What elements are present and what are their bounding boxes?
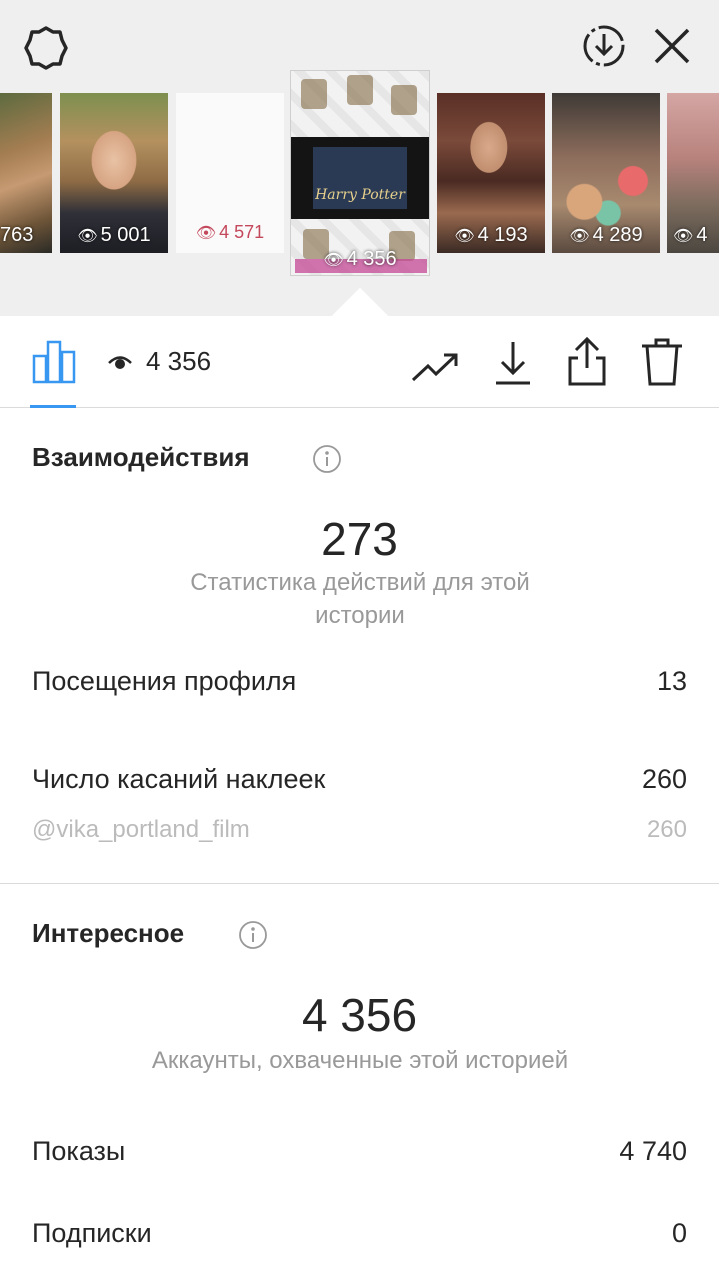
section-divider: [0, 883, 719, 884]
decoration: [347, 75, 373, 105]
thumbnail-view-count: 👁 4 356: [323, 248, 397, 270]
eye-icon: 👁: [454, 228, 475, 245]
interactions-caption: Статистика действий для этой истории: [190, 569, 530, 629]
story-view-count: 4 356: [146, 346, 212, 376]
story-thumbnail-selected[interactable]: Harry Potter 👁 4 356: [290, 70, 430, 276]
story-thumbnail[interactable]: 👁 4 571: [176, 93, 284, 253]
eye-icon: 👁: [569, 228, 590, 245]
eye-icon: 👁: [673, 228, 694, 245]
thumbnail-image-text: Harry Potter: [315, 187, 405, 203]
discovery-title: Интересное: [32, 918, 185, 948]
thumbnail-view-count: 👁 4 193: [454, 224, 528, 246]
eye-icon: [108, 356, 132, 369]
trend-icon[interactable]: [410, 346, 460, 386]
story-thumbnail[interactable]: 👁 4 289: [552, 93, 660, 253]
active-tab-indicator: [30, 405, 76, 408]
thumbnail-view-count: 👁 4 289: [569, 224, 643, 246]
download-circle-icon[interactable]: [580, 22, 628, 70]
trash-icon[interactable]: [638, 336, 686, 388]
eye-icon: 👁: [77, 228, 98, 245]
follows-value: 0: [671, 1218, 687, 1248]
info-icon[interactable]: [312, 444, 342, 474]
story-thumbnail[interactable]: 👁 5 001: [60, 93, 168, 253]
close-icon[interactable]: [650, 24, 694, 68]
story-thumbnail[interactable]: 👁 4: [667, 93, 719, 253]
thumbnail-view-count: 👁 4: [673, 224, 708, 246]
discovery-total: 4 356: [301, 989, 418, 1041]
follows-label: Подписки: [32, 1218, 152, 1248]
profile-visits-value: 13: [656, 666, 687, 696]
thumbnail-view-count: 👁 5 001: [77, 224, 151, 246]
film-strip: [291, 137, 429, 219]
mention-sticker-value: 260: [646, 816, 687, 843]
interactions-title: Взаимодействия: [32, 442, 250, 472]
decoration: [391, 85, 417, 115]
thumbnail-view-count: 763: [0, 224, 34, 246]
interactions-total: 273: [321, 513, 398, 565]
impressions-value: 4 740: [619, 1136, 687, 1166]
discovery-caption: Аккаунты, охваченные этой историей: [151, 1047, 569, 1074]
gear-icon[interactable]: [22, 24, 70, 72]
story-thumbnail[interactable]: 👁 4 193: [437, 93, 545, 253]
mention-sticker-label[interactable]: @vika_portland_film: [32, 816, 250, 844]
thumbnail-view-count: 👁 4 571: [195, 222, 265, 242]
sticker-taps-value: 260: [641, 764, 687, 794]
insights-sheet: 4 356 Взаимодействия 273 Статистика дейс…: [0, 316, 719, 1280]
info-icon[interactable]: [238, 920, 268, 950]
eye-icon: 👁: [323, 252, 344, 269]
impressions-label: Показы: [32, 1136, 126, 1166]
story-viewer: 763 👁 5 001 👁 4 571 Harry Potter 👁 4 356 👁 4…: [0, 0, 719, 316]
share-icon[interactable]: [564, 336, 610, 388]
sticker-taps-label: Число касаний наклеек: [32, 764, 326, 794]
insights-toolbar: 4 356: [0, 316, 719, 408]
bar-chart-icon[interactable]: [32, 338, 78, 384]
eye-icon: 👁: [195, 225, 217, 242]
decoration: [301, 79, 327, 109]
profile-visits-label: Посещения профиля: [32, 666, 297, 696]
story-thumbnail[interactable]: 763: [0, 93, 52, 253]
download-icon[interactable]: [490, 338, 536, 388]
